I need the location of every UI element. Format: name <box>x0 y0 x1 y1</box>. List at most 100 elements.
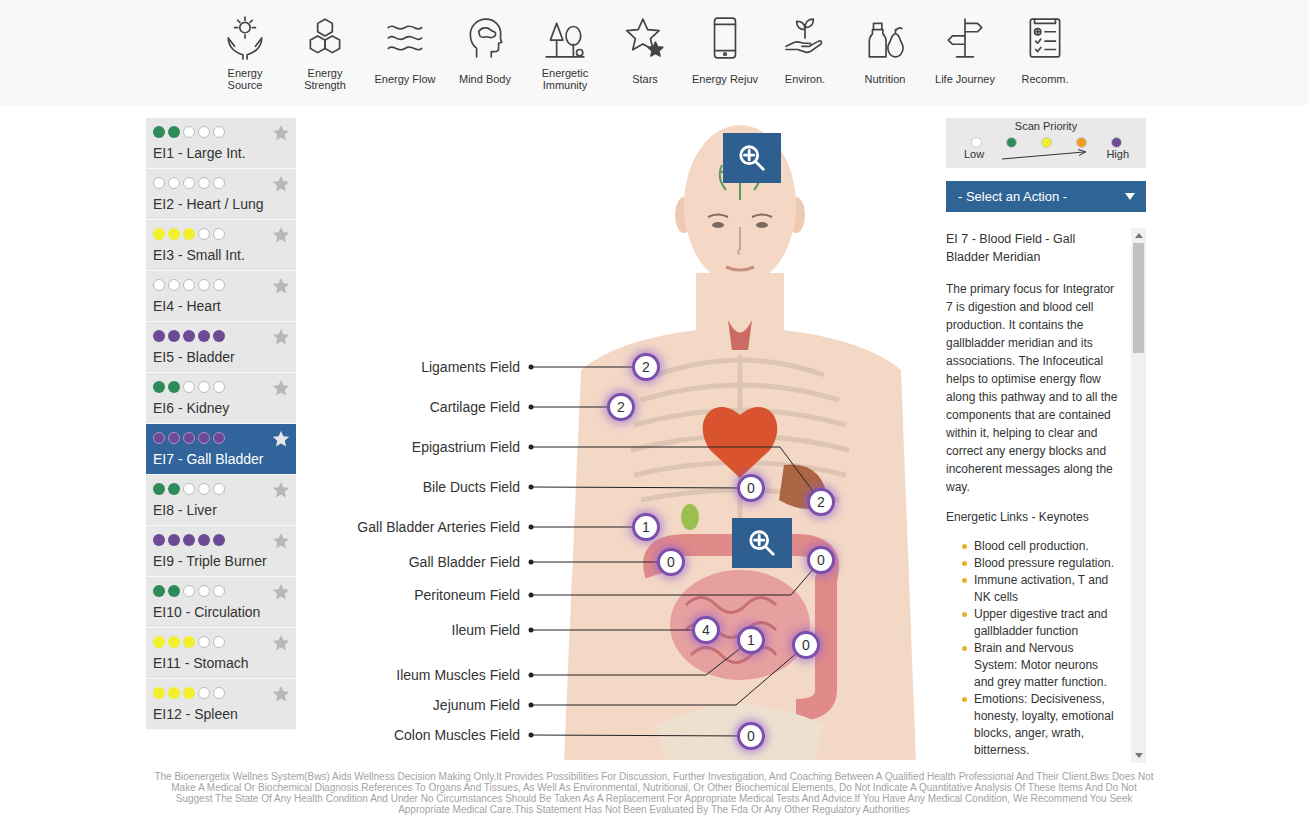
legend-dot <box>1006 137 1017 148</box>
sidebar-item[interactable]: EI8 - Liver <box>146 475 296 526</box>
sidebar-item[interactable]: EI6 - Kidney <box>146 373 296 424</box>
nav-item[interactable]: Energy Strength <box>285 0 365 105</box>
star-icon[interactable] <box>272 430 290 448</box>
field-label[interactable]: Ligaments Field <box>419 358 520 376</box>
star-icon[interactable] <box>272 175 290 193</box>
field-label[interactable]: Gall Bladder Arteries Field <box>355 518 520 536</box>
nav-label: Mind Body <box>459 66 511 92</box>
priority-dot <box>183 126 195 138</box>
priority-dots <box>153 228 225 240</box>
nav-item[interactable]: Nutrition <box>845 0 925 105</box>
priority-dot <box>153 330 165 342</box>
star-icon[interactable] <box>272 226 290 244</box>
sidebar-item[interactable]: EI4 - Heart <box>146 271 296 322</box>
priority-dot <box>213 279 225 291</box>
field-label[interactable]: Bile Ducts Field <box>421 478 520 496</box>
priority-dots <box>153 585 225 597</box>
star-icon[interactable] <box>272 583 290 601</box>
link-item: Blood pressure regulation. <box>974 555 1119 572</box>
sidebar-item[interactable]: EI3 - Small Int. <box>146 220 296 271</box>
sidebar-item[interactable]: EI12 - Spleen <box>146 679 296 730</box>
field-label[interactable]: Gall Bladder Field <box>407 553 520 571</box>
star-icon[interactable] <box>272 328 290 346</box>
nav-item[interactable]: Stars <box>605 0 685 105</box>
star-icon[interactable] <box>272 634 290 652</box>
trees-icon <box>542 15 588 61</box>
star-icon[interactable] <box>272 124 290 142</box>
field-marker[interactable]: 0 <box>792 631 820 659</box>
nav-label: Energy Strength <box>289 66 361 92</box>
field-label[interactable]: Peritoneum Field <box>412 586 520 604</box>
field-label[interactable]: Jejunum Field <box>431 696 520 714</box>
scan-priority-legend: Scan PriorityLowHigh <box>946 118 1146 168</box>
nav-item[interactable]: Energy Rejuv <box>685 0 765 105</box>
field-marker[interactable]: 0 <box>807 546 835 574</box>
sidebar-item[interactable]: EI5 - Bladder <box>146 322 296 373</box>
field-label[interactable]: Ileum Field <box>450 621 520 639</box>
scroll-up-icon[interactable] <box>1135 233 1143 238</box>
field-label[interactable]: Cartilage Field <box>428 398 520 416</box>
priority-dot <box>198 432 210 444</box>
hand-plant-icon <box>782 15 828 61</box>
nav-item[interactable]: Environ. <box>765 0 845 105</box>
field-marker[interactable]: 2 <box>632 353 660 381</box>
field-marker[interactable]: 2 <box>807 488 835 516</box>
phone-icon <box>702 15 748 61</box>
priority-dot <box>183 585 195 597</box>
sidebar-label: EI8 - Liver <box>153 501 290 519</box>
field-label[interactable]: Epigastrium Field <box>410 438 520 456</box>
star-icon[interactable] <box>272 481 290 499</box>
scroll-down-icon[interactable] <box>1135 753 1143 758</box>
sidebar-item[interactable]: EI11 - Stomach <box>146 628 296 679</box>
field-marker[interactable]: 0 <box>657 548 685 576</box>
star-icon[interactable] <box>272 277 290 295</box>
priority-dot <box>183 177 195 189</box>
nav-label: Energetic Immunity <box>529 66 601 92</box>
priority-dots <box>153 483 225 495</box>
nav-item[interactable]: Energetic Immunity <box>525 0 605 105</box>
field-marker[interactable]: 0 <box>737 474 765 502</box>
field-marker[interactable]: 2 <box>607 393 635 421</box>
body-figure-icon <box>296 105 946 760</box>
sidebar-label: EI4 - Heart <box>153 297 290 315</box>
star-icon[interactable] <box>272 532 290 550</box>
field-marker[interactable]: 1 <box>737 626 765 654</box>
caret-icon <box>1125 193 1135 200</box>
sidebar-label: EI11 - Stomach <box>153 654 290 672</box>
field-marker[interactable]: 0 <box>737 722 765 750</box>
priority-dot <box>213 534 225 546</box>
priority-dot <box>183 534 195 546</box>
field-marker[interactable]: 1 <box>632 513 660 541</box>
sidebar-item[interactable]: EI7 - Gall Bladder <box>146 424 296 475</box>
sidebar-item[interactable]: EI1 - Large Int. <box>146 118 296 169</box>
nav-item[interactable]: Recomm. <box>1005 0 1085 105</box>
nav-item[interactable]: Energy Flow <box>365 0 445 105</box>
field-label[interactable]: Colon Muscles Field <box>392 726 520 744</box>
priority-dot <box>198 483 210 495</box>
field-label[interactable]: Ileum Muscles Field <box>394 666 520 684</box>
sidebar-item[interactable]: EI2 - Heart / Lung <box>146 169 296 220</box>
link-item: Upper digestive tract and gallbladder fu… <box>974 606 1119 640</box>
nav-item[interactable]: Mind Body <box>445 0 525 105</box>
scroll-thumb[interactable] <box>1133 243 1144 353</box>
priority-dot <box>153 177 165 189</box>
nav-item[interactable]: Energy Source <box>205 0 285 105</box>
star-icon[interactable] <box>272 379 290 397</box>
priority-dot <box>168 483 180 495</box>
field-marker[interactable]: 4 <box>692 616 720 644</box>
sidebar-item[interactable]: EI10 - Circulation <box>146 577 296 628</box>
priority-dot <box>153 432 165 444</box>
sidebar-label: EI3 - Small Int. <box>153 246 290 264</box>
action-dropdown[interactable]: - Select an Action - <box>946 181 1146 212</box>
nav-label: Energy Rejuv <box>692 66 758 92</box>
priority-dot <box>213 177 225 189</box>
star-icon[interactable] <box>272 685 290 703</box>
priority-dot <box>198 228 210 240</box>
zoom-button[interactable] <box>723 133 781 183</box>
legend-title: Scan Priority <box>946 120 1146 133</box>
scrollbar[interactable] <box>1131 228 1146 763</box>
priority-dot <box>183 228 195 240</box>
sidebar-item[interactable]: EI9 - Triple Burner <box>146 526 296 577</box>
zoom-button[interactable] <box>732 518 792 568</box>
nav-item[interactable]: Life Journey <box>925 0 1005 105</box>
